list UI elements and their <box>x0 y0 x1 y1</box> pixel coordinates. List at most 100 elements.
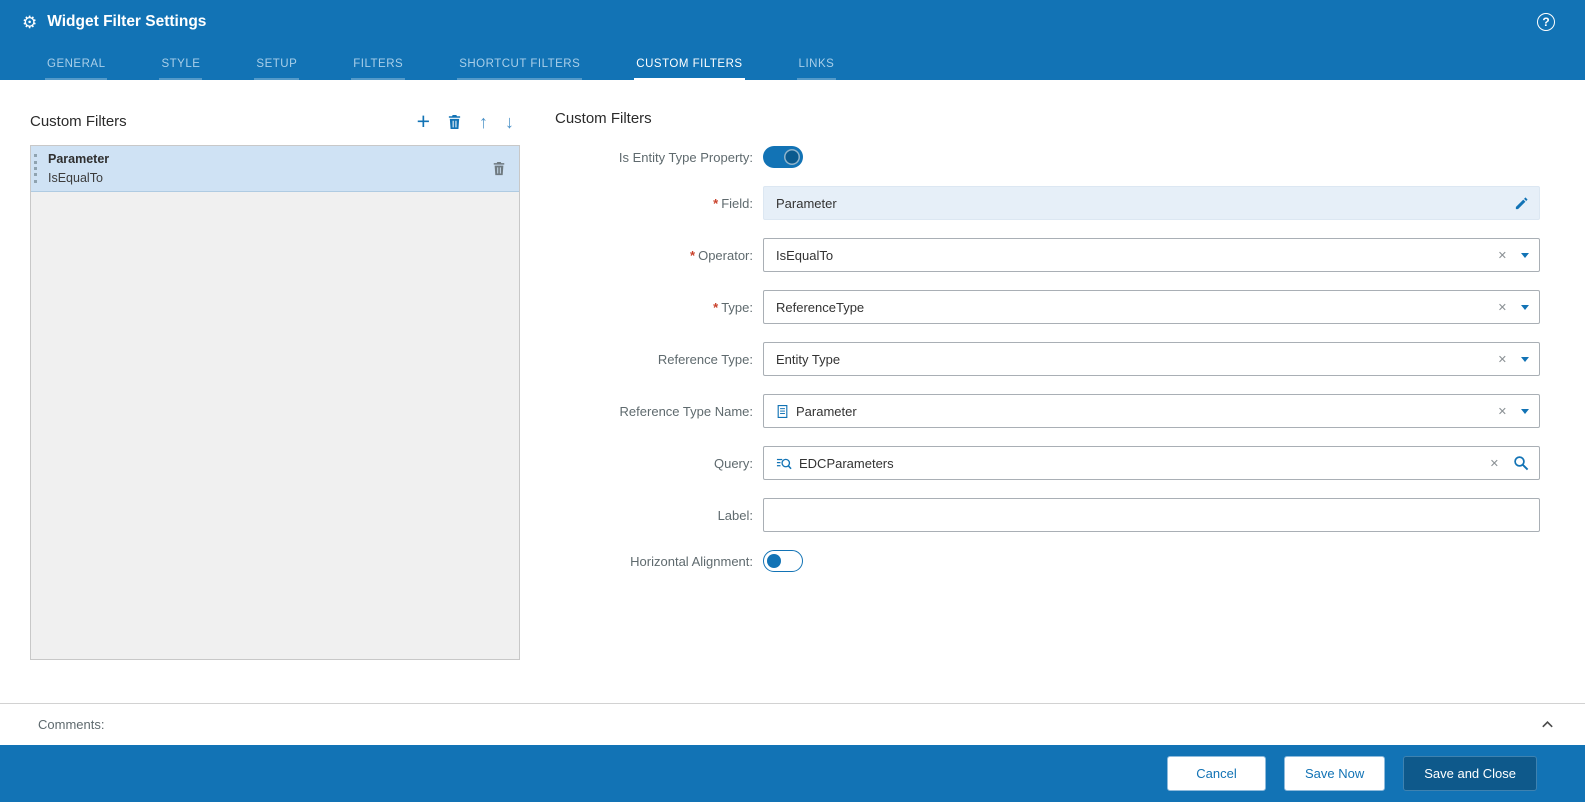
widget-filter-settings-dialog: ⚙ Widget Filter Settings ? GENERAL STYLE… <box>0 0 1585 802</box>
save-now-button[interactable]: Save Now <box>1283 756 1386 791</box>
label-label: Label: <box>717 507 753 523</box>
gear-icon: ⚙ <box>22 12 38 32</box>
field-label: * Field: <box>555 196 755 211</box>
clear-icon[interactable]: ✕ <box>1498 353 1507 366</box>
operator-dropdown[interactable]: IsEqualTo ✕ <box>763 238 1540 272</box>
chevron-down-icon[interactable] <box>1521 252 1529 258</box>
comments-label: Comments: <box>38 717 105 732</box>
add-filter-button[interactable]: + <box>417 110 430 133</box>
list-item[interactable]: Parameter IsEqualTo <box>31 146 519 192</box>
trash-icon <box>493 161 505 176</box>
query-control: EDCParameters ✕ <box>763 446 1540 480</box>
chevron-down-icon[interactable] <box>1521 356 1529 362</box>
type-label: * Type: <box>555 300 755 315</box>
chevron-down-icon[interactable] <box>1521 408 1529 414</box>
clear-icon[interactable]: ✕ <box>1498 405 1507 418</box>
arrow-up-icon: ↑ <box>479 111 488 132</box>
field-value: Parameter <box>776 195 837 211</box>
saved-query-icon <box>776 456 792 471</box>
reference-type-name-value: Parameter <box>796 403 857 419</box>
custom-filters-list-panel: Custom Filters + ↑ ↓ Parameter IsEqualTo <box>30 110 520 703</box>
drag-handle[interactable] <box>34 154 44 183</box>
label-control <box>763 498 1540 532</box>
query-value: EDCParameters <box>799 455 894 471</box>
is-entity-type-property-label: Is Entity Type Property: <box>618 149 753 165</box>
clear-icon[interactable]: ✕ <box>1498 301 1507 314</box>
type-dropdown[interactable]: ReferenceType ✕ <box>763 290 1540 324</box>
move-up-button[interactable]: ↑ <box>479 113 488 131</box>
operator-label-text: Operator: <box>698 247 753 263</box>
reference-type-label: Reference Type: <box>657 351 753 367</box>
query-label: Query: <box>713 455 753 471</box>
document-icon <box>776 404 789 419</box>
required-marker: * <box>690 247 696 263</box>
required-marker: * <box>713 195 719 211</box>
help-button[interactable]: ? <box>1537 13 1555 31</box>
operator-control: IsEqualTo ✕ <box>763 238 1540 272</box>
list-panel-title: Custom Filters <box>30 113 127 130</box>
reference-type-name-control: Parameter ✕ <box>763 394 1540 428</box>
tab-shortcut-filters[interactable]: SHORTCUT FILTERS <box>457 58 583 80</box>
horizontal-alignment-control <box>763 550 1540 572</box>
query-picker[interactable]: EDCParameters ✕ <box>763 446 1540 480</box>
required-marker: * <box>713 299 719 315</box>
list-toolbar: + ↑ ↓ <box>417 110 520 133</box>
tab-links[interactable]: LINKS <box>796 58 837 80</box>
main-content: Custom Filters + ↑ ↓ Parameter IsEqualTo… <box>0 80 1585 703</box>
clear-icon[interactable]: ✕ <box>1498 249 1507 262</box>
label-row: Label: <box>555 498 1540 532</box>
list-item-operator: IsEqualTo <box>48 170 103 185</box>
dialog-title: Widget Filter Settings <box>47 13 207 30</box>
is-entity-type-property-toggle[interactable] <box>763 146 803 168</box>
custom-filters-list: Parameter IsEqualTo <box>30 145 520 660</box>
field-value-box[interactable]: Parameter <box>763 186 1540 220</box>
horizontal-alignment-toggle[interactable] <box>763 550 803 572</box>
type-row: * Type: ReferenceType ✕ <box>555 290 1540 324</box>
operator-value: IsEqualTo <box>776 247 834 263</box>
dialog-footer: Cancel Save Now Save and Close <box>0 745 1585 802</box>
edit-icon[interactable] <box>1514 196 1529 211</box>
type-value: ReferenceType <box>776 299 865 315</box>
title-row: ⚙ Widget Filter Settings <box>0 0 1585 44</box>
reference-type-control: Entity Type ✕ <box>763 342 1540 376</box>
tab-style[interactable]: STYLE <box>159 58 203 80</box>
tab-general[interactable]: GENERAL <box>45 58 108 80</box>
reference-type-value: Entity Type <box>776 351 841 367</box>
arrow-down-icon: ↓ <box>505 111 514 132</box>
chevron-up-icon[interactable] <box>1540 717 1555 732</box>
reference-type-dropdown[interactable]: Entity Type ✕ <box>763 342 1540 376</box>
list-item-field: Parameter <box>48 152 110 167</box>
is-entity-type-property-row: Is Entity Type Property: <box>555 146 1540 168</box>
tab-bar: GENERAL STYLE SETUP FILTERS SHORTCUT FIL… <box>45 44 1585 80</box>
field-label-text: Field: <box>721 195 753 211</box>
tab-setup[interactable]: SETUP <box>254 58 300 80</box>
tab-filters[interactable]: FILTERS <box>351 58 406 80</box>
chevron-down-icon[interactable] <box>1521 304 1529 310</box>
reference-type-row: Reference Type: Entity Type ✕ <box>555 342 1540 376</box>
detail-panel-title: Custom Filters <box>555 110 652 127</box>
label-input[interactable] <box>763 498 1540 532</box>
operator-label: * Operator: <box>555 248 755 263</box>
horizontal-alignment-label: Horizontal Alignment: <box>630 553 753 569</box>
plus-icon: + <box>416 108 430 134</box>
type-label-text: Type: <box>721 299 753 315</box>
reference-type-name-row: Reference Type Name: Parameter ✕ <box>555 394 1540 428</box>
reference-type-name-dropdown[interactable]: Parameter ✕ <box>763 394 1540 428</box>
move-down-button[interactable]: ↓ <box>505 113 514 131</box>
custom-filter-detail-panel: Custom Filters Is Entity Type Property: … <box>555 110 1540 703</box>
reference-type-name-label: Reference Type Name: <box>619 403 753 419</box>
comments-section[interactable]: Comments: <box>0 703 1585 745</box>
query-row: Query: EDCParameters ✕ <box>555 446 1540 480</box>
field-row: * Field: Parameter <box>555 186 1540 220</box>
delete-filter-button[interactable] <box>447 114 462 130</box>
list-item-delete-button[interactable] <box>492 161 519 176</box>
tab-custom-filters[interactable]: CUSTOM FILTERS <box>634 58 745 80</box>
search-icon[interactable] <box>1513 455 1529 471</box>
dialog-header: ⚙ Widget Filter Settings ? GENERAL STYLE… <box>0 0 1585 80</box>
is-entity-type-property-control <box>763 146 1540 168</box>
horizontal-alignment-row: Horizontal Alignment: <box>555 550 1540 572</box>
save-and-close-button[interactable]: Save and Close <box>1403 756 1537 791</box>
clear-icon[interactable]: ✕ <box>1490 457 1499 470</box>
cancel-button[interactable]: Cancel <box>1166 756 1266 791</box>
type-control: ReferenceType ✕ <box>763 290 1540 324</box>
